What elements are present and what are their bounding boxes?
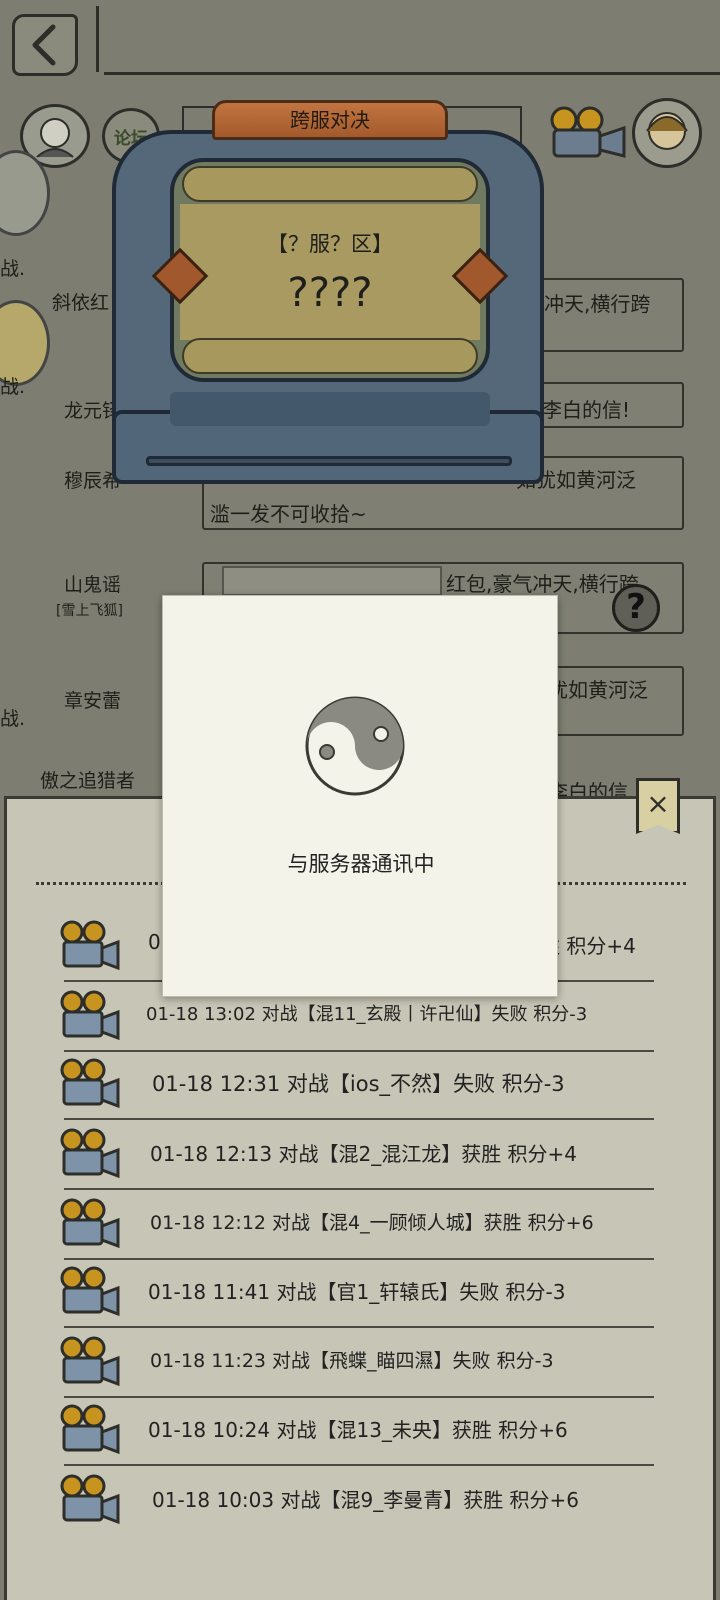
record-text: 01-18 11:41 对战【官1_轩辕氏】失败 积分-3 [148,1280,566,1304]
match-machine-slot [146,456,512,466]
side-label: 战. [0,376,26,398]
record-text: 01-18 10:03 对战【混9_李曼青】获胜 积分+6 [152,1488,580,1512]
film-camera-icon[interactable] [56,1474,120,1528]
film-camera-icon[interactable] [56,990,120,1044]
record-row[interactable]: 01-18 12:31 对战【ios_不然】失败 积分-3 [54,1054,662,1120]
top-divider-vertical [96,6,99,72]
scroll-roll-top [182,166,478,202]
record-text: 01-18 12:31 对战【ios_不然】失败 积分-3 [152,1072,565,1096]
chat-message: 犹如黄河泛 [548,678,648,702]
back-button[interactable] [12,14,78,76]
opponent-avatar[interactable] [632,98,702,168]
film-camera-icon[interactable] [540,104,630,162]
film-camera-icon[interactable] [56,1266,120,1320]
match-screen-bar [170,392,490,426]
row-divider [64,1118,654,1120]
bg-tab [222,566,442,596]
close-icon: × [646,787,670,820]
yin-yang-icon [305,696,405,796]
chat-message: 冲天,横行跨 [544,292,651,316]
film-camera-icon[interactable] [56,920,120,974]
record-text: 01-18 12:13 对战【混2_混江龙】获胜 积分+4 [150,1142,578,1166]
chat-name: 傲之追猎者 [40,770,136,792]
chat-subname: [雪上飞狐] [56,603,123,619]
loading-dialog: 与服务器通讯中 [162,595,558,997]
back-chevron-icon [32,24,56,66]
film-camera-icon[interactable] [56,1198,120,1252]
server-label: 【？服？区】 [267,232,393,256]
chat-name: 山鬼谣 [64,574,122,596]
record-row[interactable]: 01-18 10:03 对战【混9_李曼青】获胜 积分+6 [54,1470,662,1530]
loading-status: 与服务器通讯中 [287,852,435,876]
row-divider [64,1050,654,1052]
record-text: 01-18 13:02 对战【混11_玄殿丨许卍仙】失败 积分-3 [146,1004,588,1025]
record-text: 01-18 12:12 对战【混4_一顾倾人城】获胜 积分+6 [150,1212,594,1234]
record-row[interactable]: 01-18 10:24 对战【混13_未央】获胜 积分+6 [54,1400,662,1466]
record-text: 01-18 11:23 对战【飛蝶_瞄四濕】失败 积分-3 [150,1350,554,1372]
side-label: 战. [0,258,26,280]
opponent-name: ???? [287,270,373,316]
film-camera-icon[interactable] [56,1404,120,1458]
record-row[interactable]: 01-18 12:12 对战【混4_一顾倾人城】获胜 积分+6 [54,1194,662,1260]
chat-message: 红包,豪气冲天,横行跨 [446,572,639,596]
film-camera-icon[interactable] [56,1058,120,1112]
row-divider [64,1464,654,1466]
record-row[interactable]: 01-18 11:23 对战【飛蝶_瞄四濕】失败 积分-3 [54,1332,662,1398]
chat-name: 斜依红 [52,292,110,314]
row-divider [64,1258,654,1260]
row-divider [64,1396,654,1398]
side-label: 战. [0,708,26,730]
banner-title: 跨服对决 [290,108,370,132]
record-text: 01-18 10:24 对战【混13_未央】获胜 积分+6 [148,1418,568,1442]
match-screen: 【？服？区】 ???? [170,158,490,382]
row-divider [64,1188,654,1190]
record-row[interactable]: 01-18 12:13 对战【混2_混江龙】获胜 积分+4 [54,1124,662,1190]
row-divider [64,1326,654,1328]
record-row[interactable]: 01-18 11:41 对战【官1_轩辕氏】失败 积分-3 [54,1262,662,1328]
chat-message-line2: 滥一发不可收拾~ [210,502,367,526]
chat-name: 章安蕾 [64,690,122,712]
scroll-roll-bottom [182,338,478,374]
help-button[interactable]: ? [612,584,660,632]
help-icon: ? [626,587,646,627]
top-divider [104,72,720,75]
avatar-icon [646,112,688,150]
film-camera-icon[interactable] [56,1336,120,1390]
cross-server-banner: 跨服对决 [212,100,448,140]
film-camera-icon[interactable] [56,1128,120,1182]
